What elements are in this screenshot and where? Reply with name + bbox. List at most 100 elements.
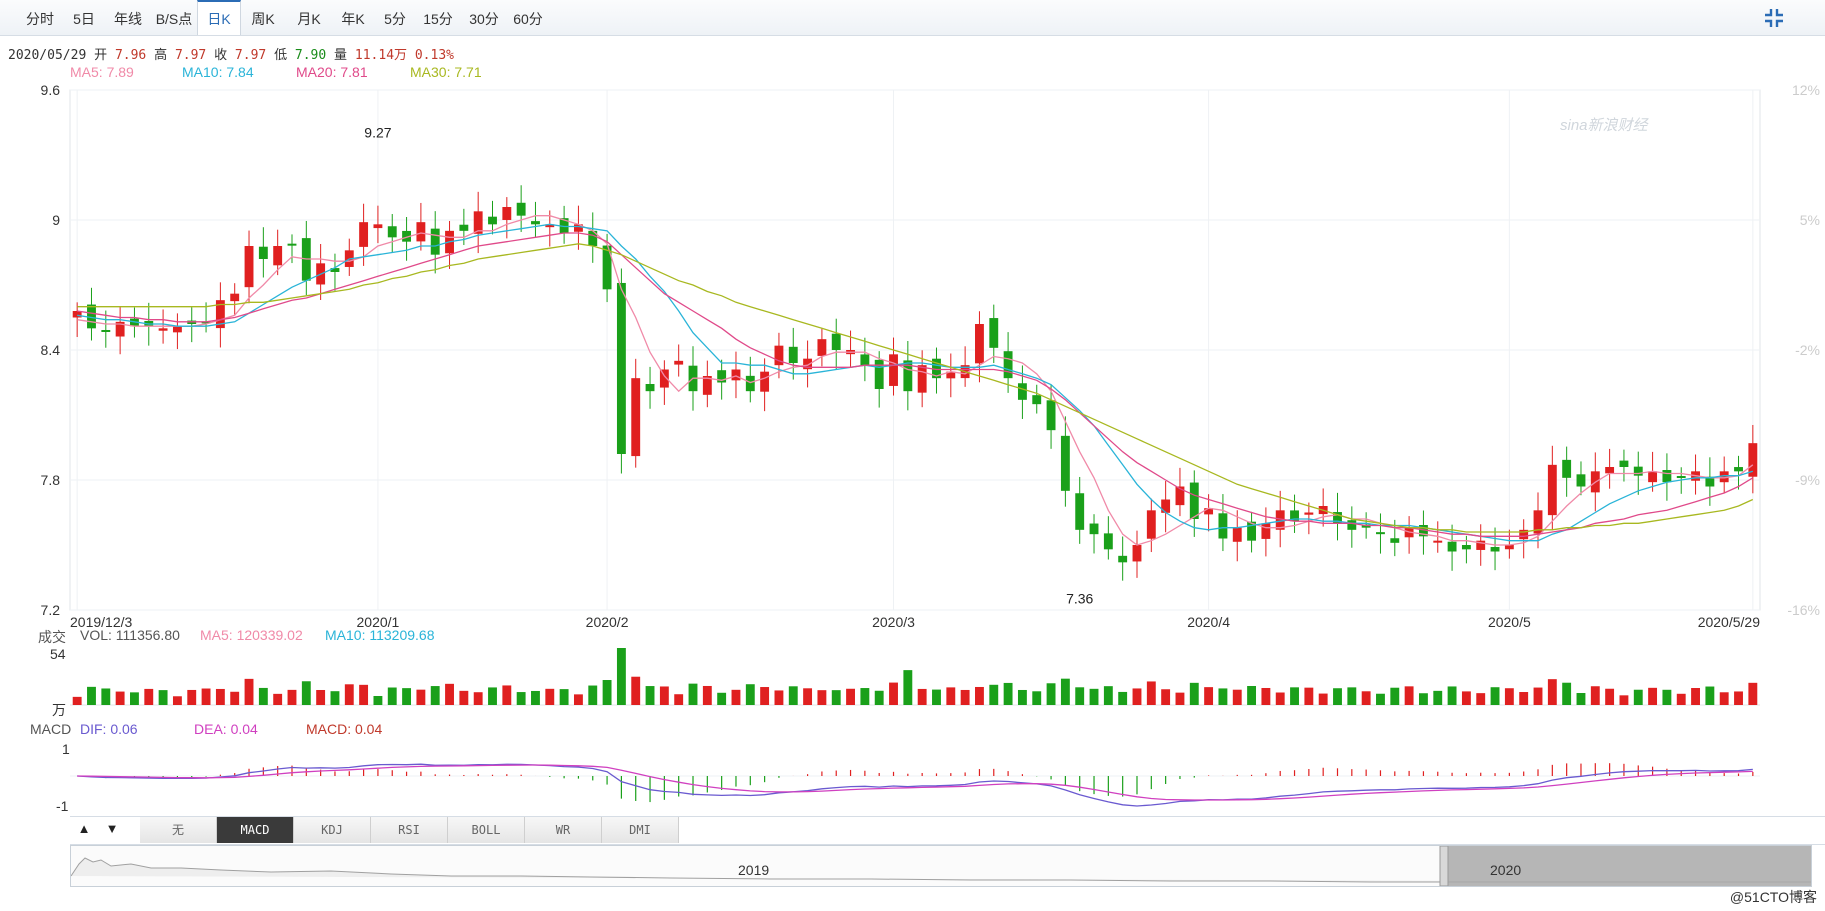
y-tick-label: 9.6 (41, 82, 61, 98)
volume-label: 量 (334, 48, 348, 63)
candle-body (516, 202, 526, 216)
candle-body (1060, 435, 1070, 491)
volume-bar (559, 689, 569, 705)
candle-body (1605, 467, 1615, 474)
candle-body (230, 293, 240, 302)
tab-yearly-k[interactable]: 年K (336, 0, 370, 36)
candle (975, 311, 984, 383)
tab-15min[interactable]: 15分 (418, 0, 458, 36)
candle (659, 360, 669, 405)
indicator-tab-macd[interactable]: MACD (217, 817, 294, 843)
volume-bar (674, 694, 684, 705)
volume-bar (946, 687, 956, 705)
volume-bar (430, 686, 440, 705)
candle-body (359, 222, 369, 247)
volume-bar (932, 689, 941, 705)
volume-bar (1547, 679, 1557, 705)
candle-body (101, 329, 111, 332)
volume-bar (860, 688, 870, 705)
tab-monthly-k[interactable]: 月K (292, 0, 326, 36)
volume-bar (316, 689, 326, 705)
volume-bar (258, 687, 268, 705)
x-tick-label: 2020/3 (872, 614, 915, 630)
volume-bar (989, 684, 999, 705)
tab-60min[interactable]: 60分 (508, 0, 548, 36)
candle (273, 229, 283, 276)
volume-bar (760, 687, 770, 705)
volume-bar (874, 690, 884, 705)
candle-body (531, 221, 540, 225)
change-value: 0.13% (414, 48, 454, 63)
tab-weekly-k[interactable]: 周K (246, 0, 280, 36)
volume-bar (1232, 689, 1242, 705)
candle-body (273, 246, 283, 266)
candle-body (1089, 523, 1099, 535)
collapse-icon[interactable] (1763, 7, 1785, 29)
move-up-button[interactable]: ▲ (70, 816, 98, 842)
volume-bar (545, 688, 555, 705)
tab-30min[interactable]: 30分 (464, 0, 504, 36)
volume-bar (1175, 692, 1185, 705)
indicator-tab-none[interactable]: 无 (140, 817, 217, 843)
move-down-button[interactable]: ▼ (98, 816, 126, 842)
candle-body (616, 282, 626, 454)
quote-date: 2020/05/29 (8, 48, 87, 63)
candle-body (889, 354, 898, 386)
indicator-tab-dmi[interactable]: DMI (602, 817, 679, 843)
candle (1490, 527, 1500, 571)
candle-body (1146, 510, 1156, 539)
candle-body (1676, 476, 1686, 479)
volume-bar (616, 648, 626, 705)
candle (1418, 510, 1428, 555)
volume-bar (731, 689, 741, 705)
volume-bar (1304, 687, 1314, 705)
volume-bar (1290, 687, 1299, 705)
tab-5day[interactable]: 5日 (66, 0, 102, 36)
y-right-tick-label: -16% (1787, 602, 1820, 618)
indicator-tab-wr[interactable]: WR (525, 817, 602, 843)
candle-body (1189, 482, 1199, 519)
candle (1046, 384, 1056, 449)
indicator-tab-kdj[interactable]: KDJ (294, 817, 371, 843)
tab-5min[interactable]: 5分 (378, 0, 412, 36)
tab-daily-k[interactable]: 日K (197, 0, 241, 35)
tab-year-line[interactable]: 年线 (108, 0, 148, 36)
time-navigator[interactable] (70, 845, 1812, 887)
volume-bar (344, 684, 354, 705)
candle-body (1447, 541, 1457, 552)
macd-value: MACD: 0.04 (306, 721, 383, 737)
volume-bar (330, 691, 340, 705)
y-right-tick-label: 5% (1800, 212, 1820, 228)
volume-bar (473, 692, 483, 705)
candle-body (416, 222, 426, 242)
volume-bar (817, 690, 827, 705)
candle (616, 268, 626, 474)
candle (1132, 530, 1142, 578)
volume-bar (502, 685, 512, 705)
indicator-tab-boll[interactable]: BOLL (448, 817, 525, 843)
navigator-sparkline (71, 846, 1811, 886)
candle-body (1046, 400, 1056, 431)
tab-minute[interactable]: 分时 (18, 0, 62, 36)
navigator-handle[interactable] (1439, 846, 1449, 886)
volume-bar (846, 688, 855, 705)
candle (1748, 424, 1758, 494)
high-label: 高 (154, 48, 168, 63)
candle-body (1433, 540, 1443, 543)
tab-bs-point[interactable]: B/S点 (150, 0, 198, 36)
candle-body (1032, 395, 1042, 405)
indicator-tab-rsi[interactable]: RSI (371, 817, 448, 843)
volume-bar (72, 696, 82, 705)
volume-bar (1461, 691, 1471, 705)
candle (230, 283, 240, 315)
candle-body (387, 226, 397, 238)
y-tick-label: 9 (52, 212, 60, 228)
candle (932, 347, 941, 394)
candle-body (430, 228, 440, 255)
volume-bar (1017, 689, 1027, 705)
candle (946, 353, 956, 398)
candle-body (1376, 532, 1385, 535)
close-label: 收 (214, 48, 228, 63)
candle-body (373, 224, 383, 229)
candle (702, 360, 712, 408)
